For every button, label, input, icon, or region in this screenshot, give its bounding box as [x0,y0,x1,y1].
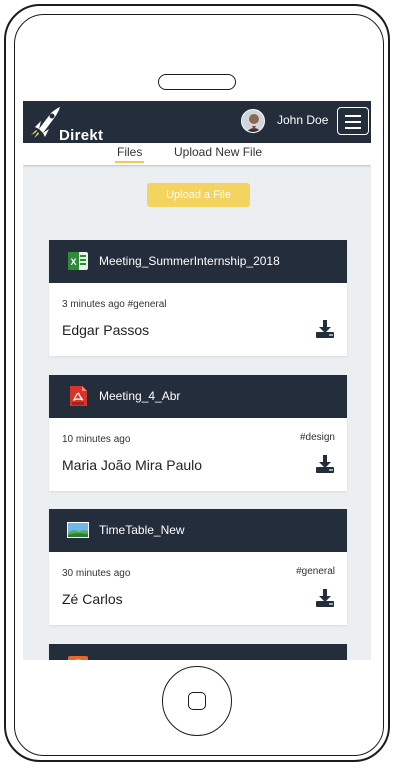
file-card-header[interactable]: TimeTable_New [49,509,347,552]
file-card-header[interactable]: X Meeting_SummerInternship_2018 [49,240,347,283]
file-name[interactable]: Meeting_4_Abr [99,389,180,403]
tab-upload-new-file[interactable]: Upload New File [174,145,262,159]
file-tag[interactable]: #general [296,566,335,577]
pdf-icon [70,386,87,406]
file-card[interactable] [49,644,347,660]
file-name[interactable]: Meeting_SummerInternship_2018 [99,254,280,268]
download-icon[interactable] [315,589,335,607]
menu-bar [345,127,361,129]
rocket-icon [31,107,60,138]
file-time: 30 minutes ago [62,568,131,579]
file-owner: Edgar Passos [62,322,150,338]
file-card-header[interactable] [49,644,347,660]
file-time: 3 minutes ago #general [62,299,167,310]
file-card[interactable]: X Meeting_SummerInternship_2018 3 minute… [49,240,347,356]
image-icon [67,522,89,538]
phone-speaker [158,74,236,90]
tab-files[interactable]: Files [114,145,145,163]
file-card[interactable]: Meeting_4_Abr 10 minutes ago #design Mar… [49,375,347,491]
file-name[interactable]: TimeTable_New [99,523,185,537]
file-tag[interactable]: #design [300,432,335,443]
file-owner: Maria João Mira Paulo [62,457,203,473]
upload-file-button[interactable]: Upload a File [147,183,250,207]
menu-bar [345,115,361,117]
navbar: Direkt John Doe [23,101,371,144]
file-card[interactable]: TimeTable_New 30 minutes ago #general Zé… [49,509,347,625]
menu-bar [345,121,361,123]
download-icon[interactable] [315,320,335,338]
user-name[interactable]: John Doe [277,113,328,127]
hamburger-menu-button[interactable] [337,107,369,135]
phone-home-button[interactable] [162,666,232,736]
brand-name: Direkt [59,127,104,144]
home-square-icon [188,692,206,710]
app-screen: Direkt John Doe Files Upload New File Up… [23,101,371,660]
avatar[interactable] [241,109,265,133]
file-owner: Zé Carlos [62,591,123,607]
powerpoint-icon [68,656,88,660]
download-icon[interactable] [315,455,335,473]
tab-bar: Files Upload New File [23,143,371,165]
file-time: 10 minutes ago [62,434,131,445]
brand-logo[interactable]: Direkt [29,105,103,144]
file-card-header[interactable]: Meeting_4_Abr [49,375,347,418]
excel-icon: X [68,252,88,270]
svg-text:X: X [70,257,76,267]
